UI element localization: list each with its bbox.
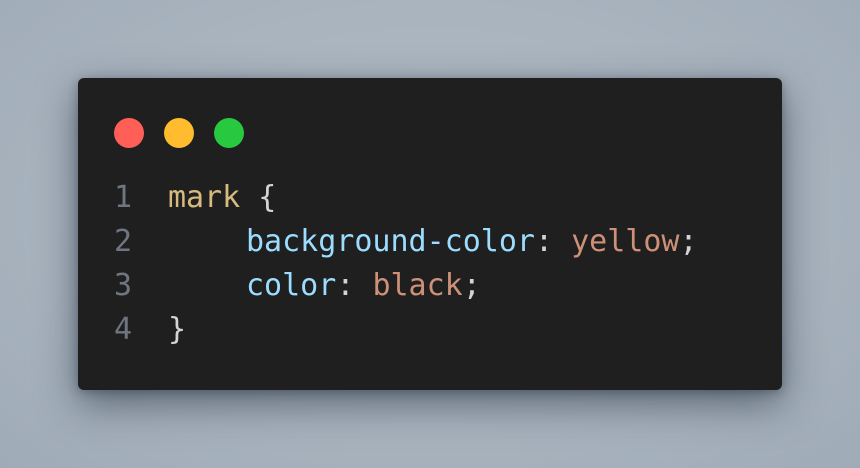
css-value: yellow <box>571 224 680 259</box>
line-number: 2 <box>114 224 133 259</box>
open-brace: { <box>240 180 277 215</box>
semicolon: ; <box>462 268 481 303</box>
colon: : <box>534 224 572 259</box>
code-line-1: 1 mark { <box>114 176 698 220</box>
css-selector: mark <box>168 180 241 215</box>
code-line-4: 4} <box>114 308 698 352</box>
maximize-window-button[interactable] <box>214 118 244 148</box>
colon: : <box>336 268 373 303</box>
css-property: background-color <box>246 224 535 259</box>
semicolon: ; <box>679 224 698 259</box>
close-window-button[interactable] <box>114 118 144 148</box>
line-number: 3 <box>114 268 133 303</box>
css-property: color <box>246 268 337 303</box>
code-line-2: 2 background-color: yellow; <box>114 220 698 264</box>
close-brace: } <box>168 312 187 347</box>
minimize-window-button[interactable] <box>164 118 194 148</box>
code-line-3: 3 color: black; <box>114 264 698 308</box>
code-block: 1 mark { 2 background-color: yellow; 3 colo… <box>114 176 698 352</box>
line-number: 4 <box>114 312 133 347</box>
code-window: 1 mark { 2 background-color: yellow; 3 colo… <box>78 78 782 390</box>
line-number: 1 <box>114 180 133 215</box>
css-value: black <box>372 268 463 303</box>
